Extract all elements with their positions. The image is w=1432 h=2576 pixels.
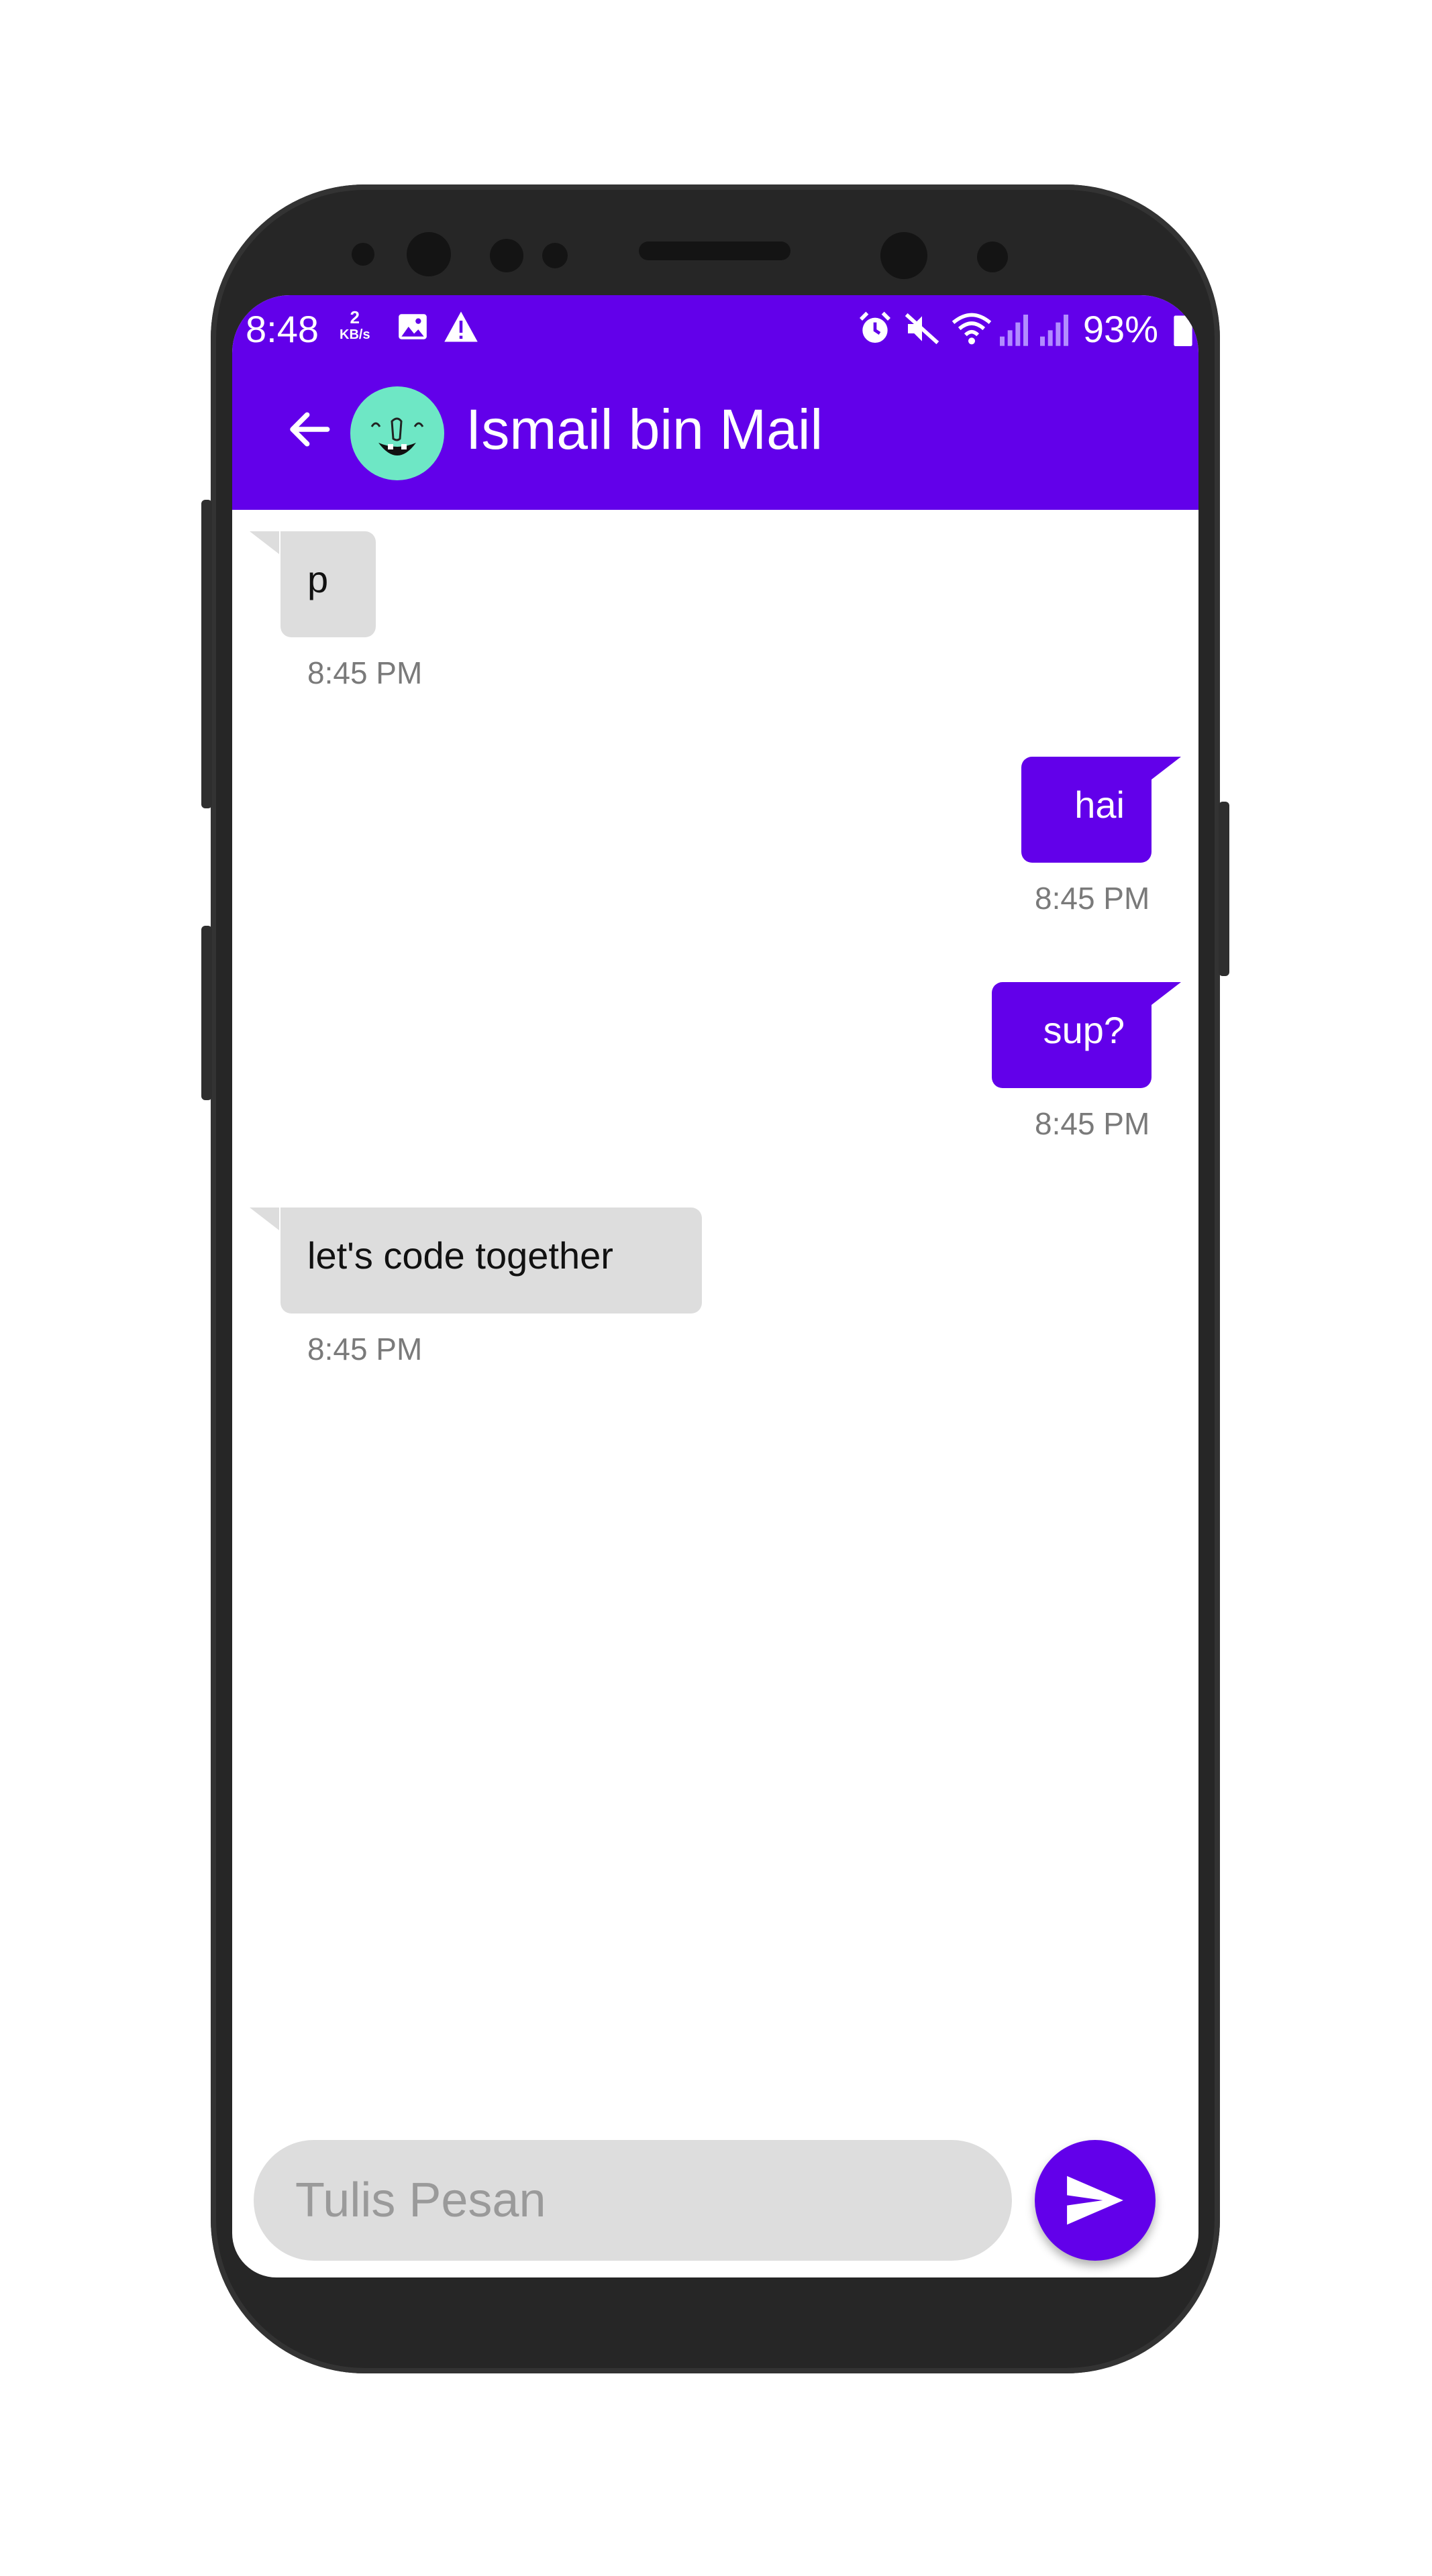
avatar[interactable] (350, 386, 444, 480)
message-text: sup? (1043, 1009, 1125, 1051)
message-bubble-incoming[interactable]: let's code together (280, 1208, 702, 1313)
message-time: 8:45 PM (1035, 881, 1150, 916)
warning-icon (444, 311, 478, 342)
bubble-tail (250, 531, 279, 554)
signal-icon (1000, 315, 1028, 346)
battery-percent: 93% (1082, 308, 1158, 350)
avatar-face-icon (370, 417, 424, 455)
message-text: hai (1074, 784, 1125, 826)
earpiece-speaker (639, 241, 790, 260)
sensor-dot (352, 243, 374, 266)
volume-button (201, 500, 212, 808)
front-camera (880, 232, 927, 279)
message-input[interactable]: Tulis Pesan (254, 2140, 1012, 2261)
message-text: let's code together (307, 1234, 613, 1277)
arrow-left-icon[interactable] (279, 402, 340, 456)
message-time: 8:45 PM (307, 1332, 423, 1366)
sensor-dot (977, 241, 1008, 272)
message-time: 8:45 PM (307, 655, 423, 690)
app-bar: 8:48 2 KB/s 93% Ismail bin Mail (232, 295, 1198, 510)
bubble-tail (1152, 982, 1181, 1005)
mute-icon (905, 313, 939, 345)
chat-title: Ismail bin Mail (466, 398, 823, 461)
camera-lens (407, 232, 451, 276)
message-bubble-outgoing[interactable]: sup? (992, 982, 1152, 1088)
sensor-dot (490, 239, 523, 272)
power-button (1219, 802, 1229, 976)
net-speed-unit: KB/s (340, 327, 370, 342)
bixby-button (201, 926, 212, 1100)
net-speed-value: 2 (350, 307, 360, 327)
sensor-dot (542, 243, 568, 268)
app-screen: 8:48 2 KB/s 93% Ismail bin Mail p 8:45 P… (232, 295, 1198, 2277)
alarm-icon (860, 311, 890, 343)
wifi-icon (952, 313, 992, 345)
message-bubble-outgoing[interactable]: hai (1021, 757, 1152, 863)
message-time: 8:45 PM (1035, 1106, 1150, 1141)
bubble-tail (1152, 757, 1181, 780)
message-text: p (307, 558, 329, 600)
send-button[interactable] (1035, 2140, 1156, 2261)
bubble-tail (250, 1208, 279, 1230)
net-speed: 2 KB/s (340, 309, 370, 343)
battery-icon (1174, 315, 1192, 346)
message-bubble-incoming[interactable]: p (280, 531, 376, 637)
signal-icon (1040, 315, 1068, 346)
image-icon (399, 314, 427, 339)
send-icon (1067, 2176, 1123, 2225)
status-bar: 8:48 2 KB/s 93% (232, 295, 1198, 362)
status-time: 8:48 (246, 308, 319, 350)
